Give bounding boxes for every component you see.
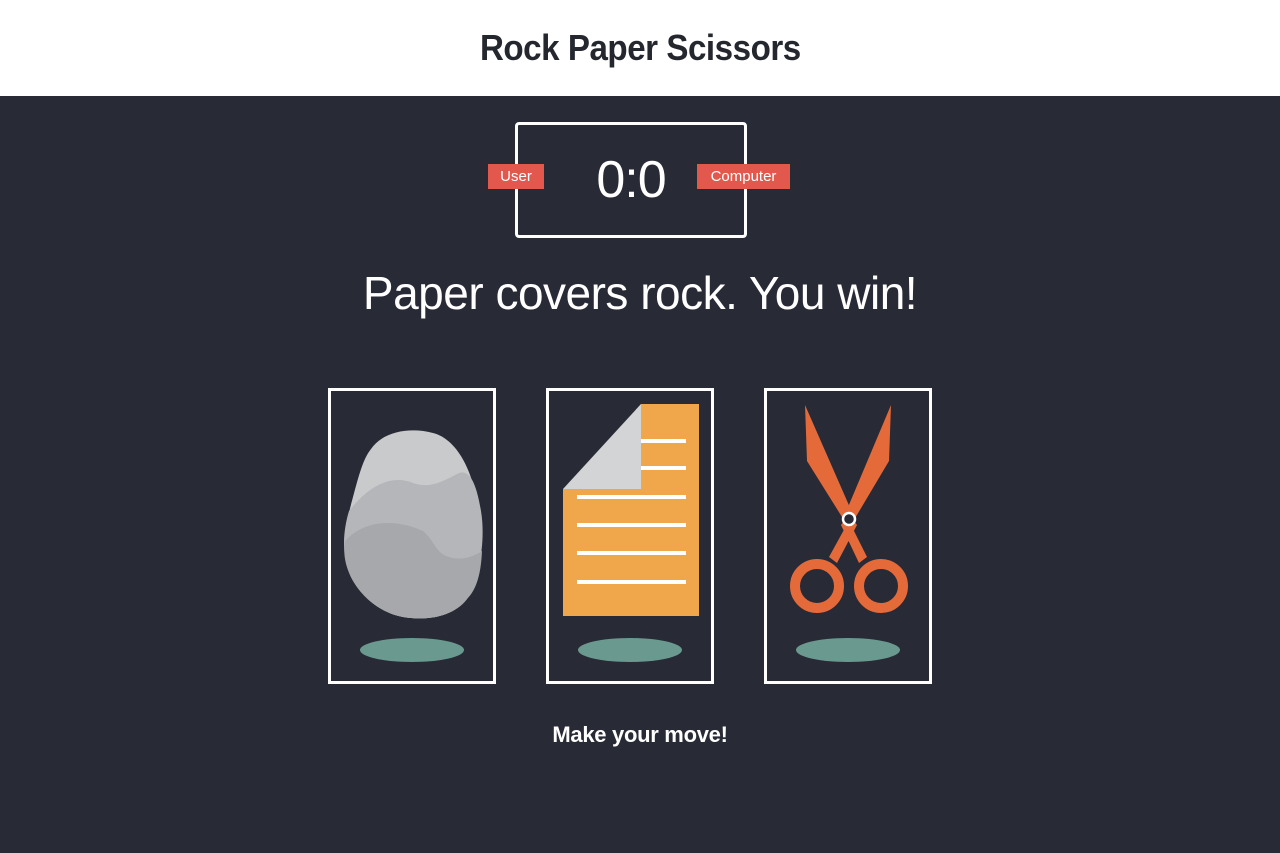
- scissors-icon: [790, 405, 908, 662]
- scissors-choice-button[interactable]: [764, 388, 932, 684]
- paper-shadow: [578, 638, 682, 662]
- paper-choice-button[interactable]: [546, 388, 714, 684]
- rock-choice-button[interactable]: [328, 388, 496, 684]
- computer-badge: Computer: [697, 164, 790, 189]
- paper-icon: [563, 404, 699, 662]
- scissors-shadow: [796, 638, 900, 662]
- rock-shadow: [360, 638, 464, 662]
- rock-icon: [344, 430, 483, 662]
- page-title: Rock Paper Scissors: [479, 27, 801, 68]
- app-header: Rock Paper Scissors: [0, 0, 1280, 96]
- user-badge: User: [488, 164, 544, 189]
